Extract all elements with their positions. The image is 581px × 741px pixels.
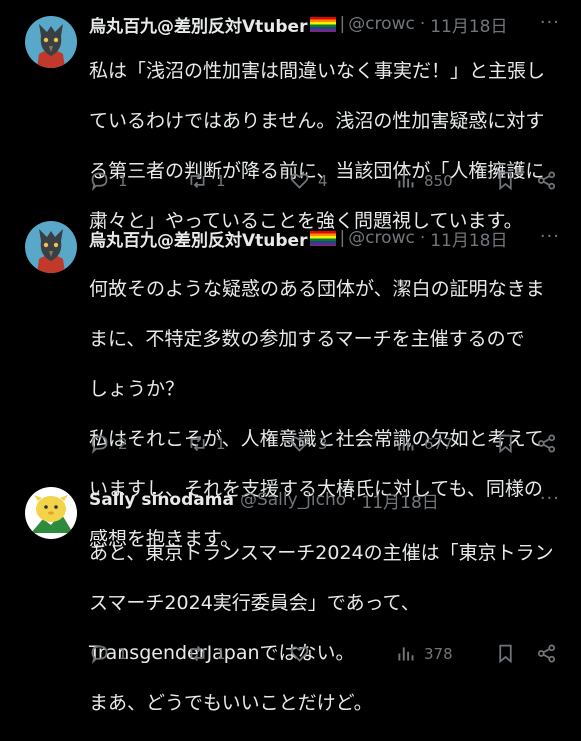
views-icon: [398, 174, 414, 188]
divider: |: [339, 228, 346, 248]
tweet[interactable]: Sally sinodama @Sally_jicho · 11月18日 ···…: [0, 475, 581, 714]
text-line: 何故そのような疑惑のある団体が、潔白の証明なきま: [89, 278, 545, 300]
bookmark-button[interactable]: [495, 170, 516, 191]
like-button[interactable]: [289, 643, 318, 664]
share-icon: [537, 171, 556, 190]
display-name[interactable]: 烏丸百九@差別反対Vtuber: [89, 226, 307, 251]
views-button[interactable]: 850: [395, 170, 453, 191]
view-count: 378: [424, 644, 453, 663]
view-count: 850: [424, 171, 453, 190]
retweet-button[interactable]: 1: [187, 643, 226, 664]
user-handle[interactable]: @crowc: [348, 228, 415, 248]
reply-button[interactable]: 2: [89, 433, 128, 454]
divider: |: [339, 14, 346, 34]
share-icon: [537, 644, 556, 663]
rainbow-flag-icon: [310, 16, 337, 32]
action-bar: 1 1 4 850: [89, 170, 581, 194]
text-line: スマーチ2024実行委員会」であって、: [89, 592, 420, 614]
reply-button[interactable]: 1: [89, 170, 128, 191]
reply-icon: [91, 435, 108, 454]
retweet-button[interactable]: 1: [187, 170, 226, 191]
heart-icon: [290, 436, 309, 452]
text-line: しょうか？: [89, 378, 185, 400]
share-icon: [537, 434, 556, 453]
retweet-icon: [190, 435, 205, 452]
avatar[interactable]: [25, 16, 77, 68]
retweet-count: 1: [216, 644, 226, 663]
tweet[interactable]: 烏丸百九@差別反対Vtuber | @crowc · 11月18日 ··· 何故…: [0, 205, 581, 550]
separator-dot: ·: [419, 14, 426, 34]
text-line: ているわけではありません。浅沼の性加害疑惑に対す: [89, 110, 545, 132]
user-handle[interactable]: @Sally_jicho: [240, 490, 346, 510]
bookmark-button[interactable]: [495, 433, 516, 454]
tweet[interactable]: 烏丸百九@差別反対Vtuber | @crowc · 11月18日 ··· 私は…: [0, 0, 581, 232]
views-icon: [398, 647, 414, 661]
tweet-header: 烏丸百九@差別反対Vtuber | @crowc · 11月18日 ···: [89, 226, 581, 251]
reply-count: 2: [118, 434, 128, 453]
rainbow-flag-icon: [310, 230, 337, 246]
views-button[interactable]: 378: [395, 643, 453, 664]
retweet-icon: [190, 172, 205, 189]
tweet-date[interactable]: 11月18日: [430, 226, 507, 251]
more-options-icon[interactable]: ···: [540, 226, 560, 247]
bookmark-button[interactable]: [495, 643, 516, 664]
share-button[interactable]: [536, 170, 557, 191]
like-count: 3: [318, 434, 328, 453]
like-button[interactable]: 3: [289, 433, 328, 454]
reply-count: 1: [118, 644, 128, 663]
views-button[interactable]: 677: [395, 433, 453, 454]
text-line: まあ、どうでもいいことだけど。: [89, 692, 373, 714]
separator-dot: ·: [351, 490, 357, 510]
separator-dot: ·: [419, 228, 426, 248]
retweet-count: 1: [216, 171, 226, 190]
user-handle[interactable]: @crowc: [348, 14, 415, 34]
share-button[interactable]: [536, 433, 557, 454]
action-bar: 2 1 3 677: [89, 433, 581, 457]
reply-count: 1: [118, 171, 128, 190]
views-icon: [398, 437, 414, 451]
more-options-icon[interactable]: ···: [540, 12, 560, 33]
text-line: あと、東京トランスマーチ2024の主催は「東京トラン: [89, 542, 554, 564]
reply-button[interactable]: 1: [89, 643, 128, 664]
retweet-count: 1: [216, 434, 226, 453]
display-name[interactable]: 烏丸百九@差別反対Vtuber: [89, 12, 307, 37]
avatar[interactable]: [25, 487, 77, 539]
more-options-icon[interactable]: ···: [540, 488, 560, 509]
bookmark-icon: [499, 171, 512, 191]
tweet-date[interactable]: 11月18日: [430, 12, 507, 37]
bookmark-icon: [499, 434, 512, 454]
heart-icon: [290, 173, 309, 189]
tweet-text: あと、東京トランスマーチ2024の主催は「東京トラン スマーチ2024実行委員会…: [89, 516, 569, 741]
action-bar: 1 1 378: [89, 643, 581, 667]
retweet-button[interactable]: 1: [187, 433, 226, 454]
like-button[interactable]: 4: [289, 170, 328, 191]
reply-icon: [91, 172, 108, 191]
tweet-header: 烏丸百九@差別反対Vtuber | @crowc · 11月18日 ···: [89, 12, 581, 37]
share-button[interactable]: [536, 643, 557, 664]
bookmark-icon: [499, 644, 512, 664]
display-name[interactable]: Sally sinodama: [89, 490, 234, 510]
view-count: 677: [424, 434, 453, 453]
avatar[interactable]: [25, 221, 77, 273]
like-count: 4: [318, 171, 328, 190]
retweet-icon: [190, 645, 205, 662]
heart-icon: [290, 646, 309, 662]
tweet-date[interactable]: 11月18日: [362, 488, 439, 513]
reply-icon: [91, 645, 108, 664]
tweet-header: Sally sinodama @Sally_jicho · 11月18日 ···: [89, 488, 581, 513]
text-line: 私は「浅沼の性加害は間違いなく事実だ！」と主張し: [89, 60, 546, 82]
text-line: まに、不特定多数の参加するマーチを主催するので: [89, 328, 525, 350]
